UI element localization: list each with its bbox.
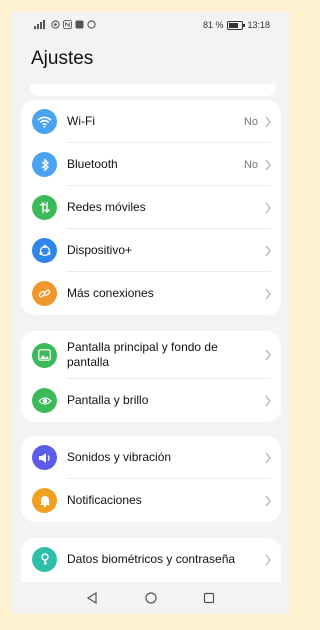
setting-label: Dispositivo+ <box>67 243 133 257</box>
setting-row-bluetooth[interactable]: Bluetooth No <box>21 143 281 186</box>
phone-screen: 81 % 13:18 Ajustes Wi-Fi No Bluetooth No… <box>12 12 290 614</box>
setting-label: Más conexiones <box>67 286 154 300</box>
setting-row-mobile-networks[interactable]: Redes móviles <box>21 186 281 229</box>
signal-icon <box>34 20 45 29</box>
security-card: Datos biométricos y contraseña <box>21 538 281 582</box>
setting-label: Wi-Fi <box>67 114 95 128</box>
setting-row-home-wallpaper[interactable]: Pantalla principal y fondo de pantalla <box>21 331 281 379</box>
setting-label: Bluetooth <box>67 157 118 171</box>
navigation-bar <box>12 582 290 614</box>
chevron-right-icon <box>265 159 271 170</box>
sound-icon <box>32 445 57 470</box>
whatsapp-icon <box>87 20 96 29</box>
chevron-right-icon <box>265 395 271 406</box>
search-bar[interactable] <box>30 84 276 96</box>
bell-icon <box>32 488 57 513</box>
back-button[interactable] <box>84 590 100 606</box>
setting-label: Notificaciones <box>67 493 142 507</box>
recents-button[interactable] <box>201 590 217 606</box>
chevron-right-icon <box>265 288 271 299</box>
wifi-icon <box>32 109 57 134</box>
setting-value: No <box>243 115 258 128</box>
setting-label: Pantalla y brillo <box>67 393 149 407</box>
setting-value: No <box>243 158 258 171</box>
home-button[interactable] <box>143 590 159 606</box>
battery-icon <box>227 20 246 30</box>
device-plus-icon <box>32 238 57 263</box>
setting-row-more-connections[interactable]: Más conexiones <box>21 272 281 315</box>
home-circle-icon <box>145 592 157 604</box>
eye-icon <box>32 388 57 413</box>
setting-row-notifications[interactable]: Notificaciones <box>21 479 281 522</box>
setting-row-wifi[interactable]: Wi-Fi No <box>21 100 281 143</box>
nfc-icon <box>63 20 72 29</box>
chevron-right-icon <box>265 349 271 361</box>
setting-row-device-plus[interactable]: Dispositivo+ <box>21 229 281 272</box>
setting-label: Redes móviles <box>67 200 146 214</box>
key-icon <box>32 547 57 572</box>
link-icon <box>32 281 57 306</box>
page-title: Ajustes <box>31 48 94 69</box>
chevron-right-icon <box>265 452 271 463</box>
setting-row-display-brightness[interactable]: Pantalla y brillo <box>21 379 281 422</box>
status-icons-left <box>34 20 96 29</box>
wallpaper-icon <box>32 342 57 368</box>
chevron-right-icon <box>265 245 271 256</box>
battery-percent: 81 % <box>202 20 224 30</box>
status-bar: 81 % 13:18 <box>12 12 290 40</box>
setting-row-sounds[interactable]: Sonidos y vibración <box>21 436 281 479</box>
status-icons-right: 81 % 13:18 <box>203 20 270 30</box>
chevron-right-icon <box>265 554 271 565</box>
hotspot-icon <box>51 20 60 29</box>
setting-label: Datos biométricos y contraseña <box>67 552 236 566</box>
mobile-data-icon <box>32 195 57 220</box>
recents-square-icon <box>203 592 215 604</box>
alarm-icon <box>75 20 84 29</box>
chevron-right-icon <box>265 202 271 213</box>
chevron-right-icon <box>265 495 271 506</box>
setting-label: Pantalla principal y fondo de pantalla <box>67 340 218 369</box>
chevron-right-icon <box>265 116 271 127</box>
bluetooth-icon <box>32 152 57 177</box>
sound-card: Sonidos y vibración Notificaciones <box>21 436 281 522</box>
display-card: Pantalla principal y fondo de pantalla P… <box>21 331 281 422</box>
setting-label: Sonidos y vibración <box>67 450 172 464</box>
connections-card: Wi-Fi No Bluetooth No Redes móviles Disp… <box>21 100 281 315</box>
back-triangle-icon <box>86 592 97 604</box>
setting-row-biometrics[interactable]: Datos biométricos y contraseña <box>21 538 281 581</box>
clock: 13:18 <box>247 20 270 30</box>
